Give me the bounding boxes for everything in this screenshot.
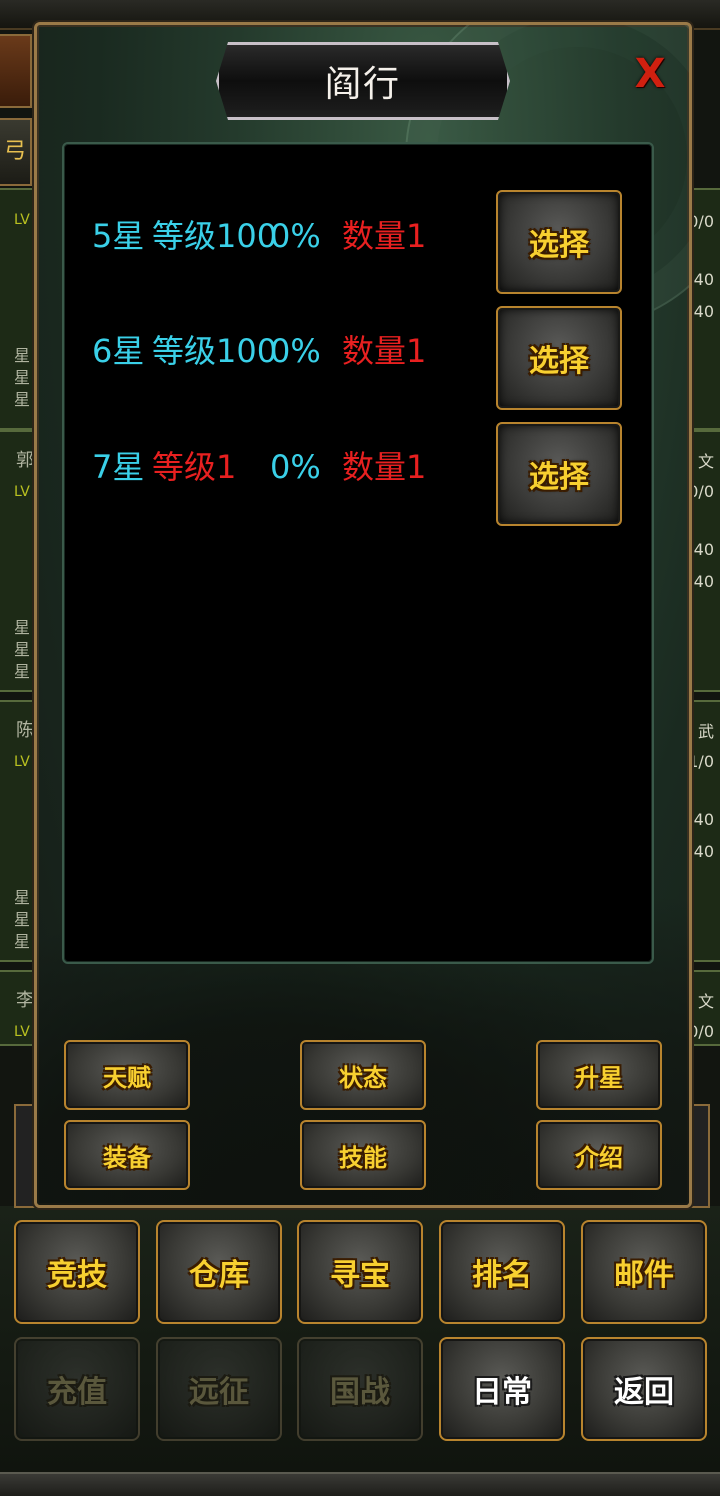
bg-row-right-label: 文: [697, 992, 714, 1011]
nav-label: 仓库: [189, 1258, 249, 1293]
star-row-7: 7星 等级1 0% 数量1: [92, 437, 452, 497]
bg-row-stat: 星: [14, 390, 31, 409]
nav-return-button[interactable]: 返回: [581, 1337, 707, 1441]
bg-row-stat: 星: [14, 932, 31, 951]
bg-row-right-top: 1/0: [688, 752, 714, 771]
skill-button-label: 技能: [339, 1143, 387, 1172]
bg-row-right-top: 0/0: [688, 1022, 714, 1041]
nav-mail-button[interactable]: 邮件: [581, 1220, 707, 1324]
nav-label: 邮件: [614, 1258, 674, 1293]
intro-button-label: 介绍: [575, 1143, 623, 1172]
nav-label: 寻宝: [330, 1258, 390, 1293]
status-button[interactable]: 状态: [300, 1040, 426, 1110]
nav-label: 远征: [189, 1375, 249, 1410]
skill-button[interactable]: 技能: [300, 1120, 426, 1190]
nav-national-war-button[interactable]: 国战: [297, 1337, 423, 1441]
nav-label: 竞技: [47, 1258, 107, 1293]
status-button-label: 状态: [339, 1063, 387, 1092]
select-button-6-star[interactable]: 选择: [496, 306, 622, 410]
bg-row-name: 郭: [16, 450, 34, 471]
bg-row-stat: 星: [14, 910, 31, 929]
talent-button-label: 天赋: [103, 1063, 151, 1092]
dialog-title-plate: 阎行: [216, 42, 510, 120]
nav-label: 排名: [472, 1258, 532, 1293]
bg-row-stat: 星: [14, 662, 31, 681]
bg-row-stat: 星: [14, 888, 31, 907]
nav-recharge-button[interactable]: 充值: [14, 1337, 140, 1441]
close-icon: X: [634, 51, 666, 97]
bg-row-right-label: 文: [697, 452, 714, 471]
nav-treasure-button[interactable]: 寻宝: [297, 1220, 423, 1324]
equipment-button-label: 装备: [103, 1143, 151, 1172]
equipment-button[interactable]: 装备: [64, 1120, 190, 1190]
level-label: 等级100: [152, 217, 278, 255]
bg-row-stat: 星: [14, 640, 31, 659]
star-up-button[interactable]: 升星: [536, 1040, 662, 1110]
percent-label: 0%: [270, 217, 321, 255]
quantity-label: 数量1: [342, 217, 427, 255]
select-button-7-star[interactable]: 选择: [496, 422, 622, 526]
nav-label: 充值: [47, 1375, 107, 1410]
bg-row-name: 李: [16, 990, 34, 1011]
bottom-strip: [0, 1472, 720, 1496]
bg-row-lv: LV: [14, 212, 30, 228]
background-tab-2: 弓: [0, 118, 32, 186]
percent-label: 0%: [270, 332, 321, 370]
dialog-title: 阎行: [324, 64, 401, 105]
star-up-button-label: 升星: [575, 1063, 623, 1092]
nav-label: 国战: [330, 1375, 390, 1410]
bg-row-right-top: 0/0: [688, 212, 714, 231]
percent-label: 0%: [270, 448, 321, 486]
close-button[interactable]: X: [628, 52, 672, 96]
bg-row-stat: 星: [14, 618, 31, 637]
bg-row-lv: LV: [14, 754, 30, 770]
bg-row-stat: 星: [14, 346, 31, 365]
select-button-label: 选择: [529, 228, 589, 263]
bg-row-right-label: 武: [697, 722, 714, 741]
nav-label: 日常: [472, 1375, 532, 1410]
bg-row-lv: LV: [14, 1024, 30, 1040]
quantity-label: 数量1: [342, 332, 427, 370]
star-label: 5星: [92, 217, 145, 255]
star-row-5: 5星 等级100 0% 数量1: [92, 206, 452, 266]
level-label: 等级1: [152, 448, 237, 486]
bg-row-stat: 星: [14, 368, 31, 387]
star-label: 7星: [92, 448, 145, 486]
quantity-label: 数量1: [342, 448, 427, 486]
star-label: 6星: [92, 332, 145, 370]
select-button-label: 选择: [529, 460, 589, 495]
bg-row-name: 陈: [16, 720, 34, 741]
nav-ranking-button[interactable]: 排名: [439, 1220, 565, 1324]
bg-row-right-top: 0/0: [688, 482, 714, 501]
nav-warehouse-button[interactable]: 仓库: [156, 1220, 282, 1324]
background-tab: [0, 34, 32, 108]
nav-daily-button[interactable]: 日常: [439, 1337, 565, 1441]
nav-arena-button[interactable]: 竞技: [14, 1220, 140, 1324]
bg-row-lv: LV: [14, 484, 30, 500]
select-button-label: 选择: [529, 344, 589, 379]
nav-expedition-button[interactable]: 远征: [156, 1337, 282, 1441]
intro-button[interactable]: 介绍: [536, 1120, 662, 1190]
talent-button[interactable]: 天赋: [64, 1040, 190, 1110]
select-button-5-star[interactable]: 选择: [496, 190, 622, 294]
nav-label: 返回: [614, 1375, 674, 1410]
level-label: 等级100: [152, 332, 278, 370]
star-row-6: 6星 等级100 0% 数量1: [92, 321, 452, 381]
